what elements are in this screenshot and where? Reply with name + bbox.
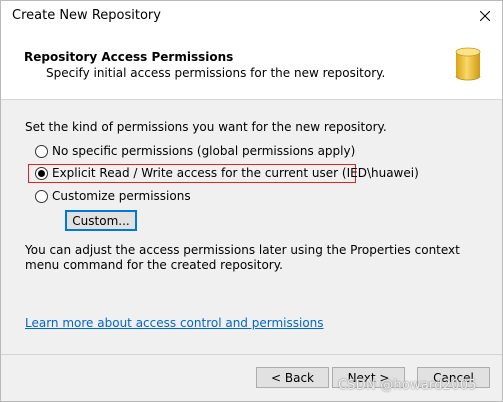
dialog-window: Create New Repository Repository Access … [0,0,503,402]
radio-label: No specific permissions (global permissi… [52,144,356,158]
radio-no-specific-permissions[interactable]: No specific permissions (global permissi… [35,144,355,158]
learn-more-link[interactable]: Learn more about access control and perm… [25,316,324,330]
radio-customize-permissions[interactable]: Customize permissions [35,189,191,203]
content-area: Set the kind of permissions you want for… [1,100,502,350]
back-button[interactable]: < Back [256,367,329,388]
page-title: Repository Access Permissions [24,50,234,64]
close-icon [480,11,490,21]
radio-button[interactable] [35,144,48,158]
footer-divider [1,354,502,355]
radio-label: Customize permissions [52,189,191,203]
title-bar[interactable]: Create New Repository [1,1,502,31]
radio-button-checked[interactable] [35,166,48,180]
radio-button[interactable] [35,189,48,203]
database-icon [455,47,481,81]
intro-text: Set the kind of permissions you want for… [25,120,387,134]
page-subtitle: Specify initial access permissions for t… [46,66,386,80]
close-button[interactable] [468,1,502,31]
custom-button[interactable]: Custom... [65,210,137,231]
window-title: Create New Repository [12,8,161,23]
note-text: You can adjust the access permissions la… [25,243,460,272]
header-panel: Repository Access Permissions Specify in… [1,31,502,100]
watermark: CSDN @howard2005 [338,378,477,393]
radio-explicit-read-write[interactable]: Explicit Read / Write access for the cur… [35,166,419,180]
radio-label: Explicit Read / Write access for the cur… [52,166,419,180]
